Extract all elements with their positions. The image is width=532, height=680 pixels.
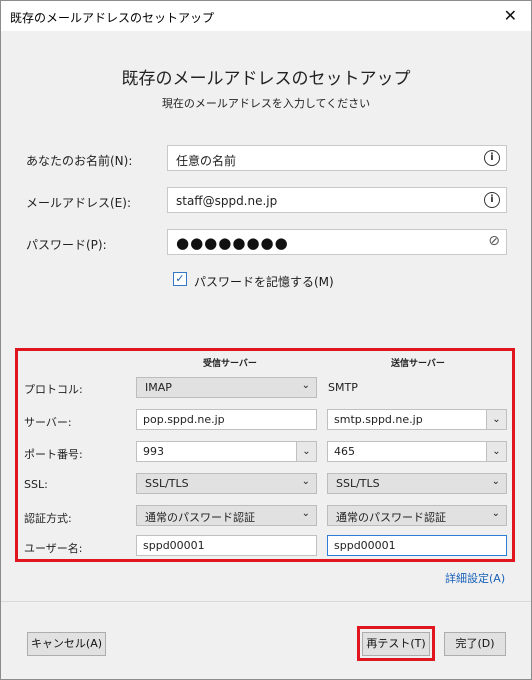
close-icon[interactable]: ✕: [504, 6, 517, 25]
outgoing-auth-select[interactable]: 通常のパスワード認証 ⌄: [327, 505, 507, 526]
chevron-down-icon: ⌄: [301, 508, 310, 519]
outgoing-port-value: 465: [334, 445, 355, 458]
incoming-port-combo[interactable]: 993 ⌄: [136, 441, 317, 462]
incoming-server-header: 受信サーバー: [203, 359, 257, 369]
retest-button[interactable]: 再テスト(T): [362, 632, 430, 656]
incoming-port-value: 993: [143, 445, 164, 458]
advanced-settings-link[interactable]: 詳細設定(A): [445, 570, 505, 586]
incoming-server-input[interactable]: pop.sppd.ne.jp: [136, 409, 317, 430]
outgoing-auth-value: 通常のパスワード認証: [336, 511, 446, 524]
outgoing-ssl-value: SSL/TLS: [336, 477, 380, 490]
window-title: 既存のメールアドレスのセットアップ: [10, 11, 215, 25]
chevron-down-icon[interactable]: ⌄: [486, 410, 506, 429]
divider: [1, 601, 531, 602]
remember-password-label[interactable]: パスワードを記憶する(M): [194, 273, 334, 290]
chevron-down-icon: ⌄: [301, 380, 310, 391]
outgoing-server-value: smtp.sppd.ne.jp: [334, 413, 423, 426]
info-icon[interactable]: i: [484, 150, 500, 166]
username-label: ユーザー名:: [24, 542, 83, 555]
incoming-protocol-select[interactable]: IMAP ⌄: [136, 377, 317, 398]
port-label: ポート番号:: [24, 448, 83, 461]
email-label: メールアドレス(E):: [26, 196, 131, 210]
title-bar: 既存のメールアドレスのセットアップ ✕: [1, 1, 531, 31]
remember-password-checkbox[interactable]: ✓: [173, 272, 187, 286]
incoming-ssl-select[interactable]: SSL/TLS ⌄: [136, 473, 317, 494]
setup-dialog: 既存のメールアドレスのセットアップ ✕ 既存のメールアドレスのセットアップ 現在…: [0, 0, 532, 680]
incoming-ssl-value: SSL/TLS: [145, 477, 189, 490]
incoming-username-value: sppd00001: [143, 539, 205, 552]
outgoing-username-value: sppd00001: [334, 539, 396, 552]
outgoing-server-combo[interactable]: smtp.sppd.ne.jp ⌄: [327, 409, 507, 430]
password-label: パスワード(P):: [26, 238, 107, 252]
email-value: staff@sppd.ne.jp: [176, 194, 278, 208]
ssl-label: SSL:: [24, 478, 48, 491]
info-icon[interactable]: i: [484, 192, 500, 208]
password-field[interactable]: ●●●●●●●● ⊘: [167, 229, 507, 255]
incoming-server-value: pop.sppd.ne.jp: [143, 413, 225, 426]
incoming-username-input[interactable]: sppd00001: [136, 535, 317, 556]
outgoing-server-header: 送信サーバー: [391, 359, 445, 369]
outgoing-username-input[interactable]: sppd00001: [327, 535, 507, 556]
password-mask: ●●●●●●●●: [176, 234, 289, 252]
chevron-down-icon: ⌄: [491, 476, 500, 487]
email-field[interactable]: staff@sppd.ne.jp i: [167, 187, 507, 213]
incoming-protocol-value: IMAP: [145, 381, 172, 394]
chevron-down-icon: ⌄: [491, 508, 500, 519]
name-label: あなたのお名前(N):: [26, 154, 133, 168]
cancel-button[interactable]: キャンセル(A): [27, 632, 106, 656]
outgoing-port-combo[interactable]: 465 ⌄: [327, 441, 507, 462]
server-label: サーバー:: [24, 416, 72, 429]
protocol-label: プロトコル:: [24, 383, 83, 396]
hide-password-icon[interactable]: ⊘: [488, 233, 500, 249]
outgoing-protocol-value: SMTP: [328, 381, 358, 394]
incoming-auth-value: 通常のパスワード認証: [145, 511, 255, 524]
name-value: 任意の名前: [176, 154, 237, 168]
name-field[interactable]: 任意の名前 i: [167, 145, 507, 171]
incoming-auth-select[interactable]: 通常のパスワード認証 ⌄: [136, 505, 317, 526]
chevron-down-icon[interactable]: ⌄: [296, 442, 316, 461]
chevron-down-icon[interactable]: ⌄: [486, 442, 506, 461]
outgoing-ssl-select[interactable]: SSL/TLS ⌄: [327, 473, 507, 494]
page-title: 既存のメールアドレスのセットアップ: [121, 69, 411, 89]
chevron-down-icon: ⌄: [301, 476, 310, 487]
page-subtitle: 現在のメールアドレスを入力してください: [161, 97, 371, 110]
done-button[interactable]: 完了(D): [444, 632, 506, 656]
auth-label: 認証方式:: [24, 512, 72, 525]
